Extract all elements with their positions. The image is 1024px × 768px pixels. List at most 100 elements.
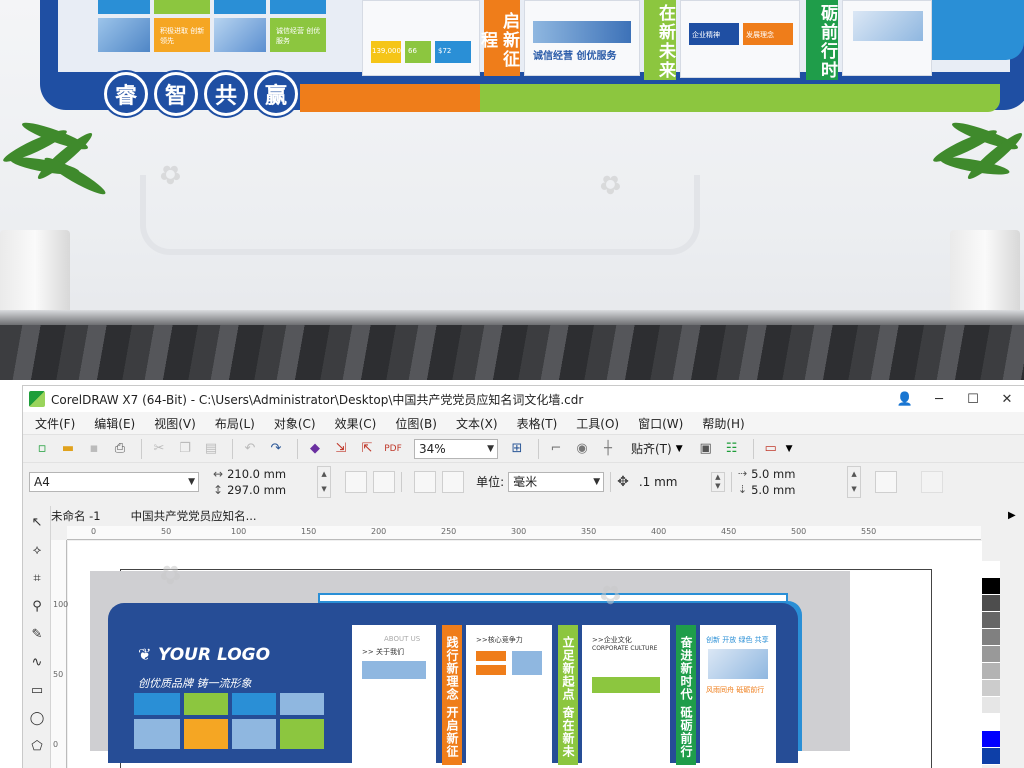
freehand-tool-icon[interactable]: ✎ [25, 622, 49, 646]
artwork-tile [232, 693, 276, 715]
page-width-field[interactable]: 210.0 mm [227, 466, 313, 482]
open-folder-icon[interactable]: ▬ [57, 438, 79, 460]
menu-edit[interactable]: 编辑(E) [94, 415, 135, 432]
cut-icon[interactable]: ✂ [148, 438, 170, 460]
welcome-screen-icon[interactable]: ▣ [695, 438, 717, 460]
chevron-down-icon[interactable]: ▼ [676, 444, 683, 454]
standard-toolbar: ▫ ▬ ▪ ⎙ ✂ ❐ ▤ ↶ ↷ ◆ ⇲ ⇱ PDF 34% ▼ ⊞ ⌐ ◉ … [23, 434, 1024, 462]
duplicate-spinner[interactable]: ▲ ▼ [847, 465, 862, 498]
copy-icon[interactable]: ❐ [174, 438, 196, 460]
coreldraw-icon [29, 391, 45, 407]
duplicate-distance-fields[interactable]: 5.0 mm 5.0 mm [751, 466, 843, 498]
paste-icon[interactable]: ▤ [200, 438, 222, 460]
all-pages-icon[interactable] [414, 470, 437, 493]
artistic-media-icon[interactable]: ∿ [25, 650, 49, 674]
page-height-field[interactable]: 297.0 mm [227, 482, 313, 498]
drawing-canvas[interactable]: ❦ YOUR LOGO 创优质品牌 铸一流形象 ABOUT US >> 关于我们… [68, 541, 982, 768]
palette-swatch[interactable] [982, 680, 1000, 697]
menu-table[interactable]: 表格(T) [517, 415, 558, 432]
artwork-tile [476, 651, 506, 661]
page-size-select[interactable]: A4 ▼ [29, 471, 199, 492]
menu-text[interactable]: 文本(X) [456, 415, 498, 432]
application-launcher-icon[interactable]: ▭ [760, 438, 782, 460]
new-document-icon[interactable]: ▫ [31, 438, 53, 460]
chevron-down-icon[interactable]: ▼ [786, 444, 793, 454]
menu-object[interactable]: 对象(C) [274, 415, 316, 432]
duplicate-distance-icon: ⇢ ⇣ [737, 466, 748, 496]
search-content-icon[interactable]: ◆ [304, 438, 326, 460]
menu-file[interactable]: 文件(F) [35, 415, 75, 432]
guidelines-icon[interactable]: ┼ [597, 438, 619, 460]
column-subtitle: CORPORATE CULTURE [592, 645, 658, 652]
palette-swatch[interactable] [982, 646, 1000, 663]
vertical-scrollbar[interactable]: ▶ [1004, 506, 1024, 768]
palette-swatch[interactable] [982, 595, 1000, 612]
minimize-button[interactable]: ─ [922, 386, 956, 412]
dimension-spinner[interactable]: ▲ ▼ [317, 465, 332, 498]
view-icon[interactable]: ◉ [571, 438, 593, 460]
palette-swatch[interactable] [982, 578, 1000, 595]
palette-swatch[interactable] [982, 612, 1000, 629]
page-dimension-fields[interactable]: 210.0 mm 297.0 mm [227, 466, 313, 498]
shape-tool-icon[interactable]: ⟡ [25, 538, 49, 562]
wall-tile: $72 [435, 41, 471, 63]
undo-icon[interactable]: ↶ [239, 438, 261, 460]
duplicate-x-field[interactable]: 5.0 mm [751, 466, 843, 482]
ruler-tick-label: 550 [861, 527, 877, 536]
menu-view[interactable]: 视图(V) [154, 415, 196, 432]
stat-number: 66 [408, 47, 417, 55]
duplicate-y-field[interactable]: 5.0 mm [751, 482, 843, 498]
nudge-spinner[interactable]: ▲ ▼ [710, 471, 725, 492]
separator [610, 471, 612, 492]
slogan-char: 赢 [254, 72, 298, 116]
palette-swatch[interactable] [982, 714, 1000, 731]
save-icon[interactable]: ▪ [83, 438, 105, 460]
close-button[interactable]: ✕ [990, 386, 1024, 412]
print-icon[interactable]: ⎙ [109, 438, 131, 460]
snap-to-menu[interactable]: 贴齐(T) [631, 440, 672, 457]
menu-layout[interactable]: 布局(L) [215, 415, 255, 432]
logo-leaf-icon: ❦ [138, 645, 152, 664]
color-palette[interactable] [982, 561, 1000, 768]
export-icon[interactable]: ⇱ [356, 438, 378, 460]
landscape-button[interactable] [373, 470, 396, 493]
import-icon[interactable]: ⇲ [330, 438, 352, 460]
column-title: >>核心竞争力 [476, 636, 523, 644]
current-page-icon[interactable] [442, 470, 465, 493]
palette-swatch[interactable] [982, 561, 1000, 578]
tab-untitled[interactable]: 未命名 -1 [51, 508, 101, 524]
wall-stripe-green [480, 84, 1000, 112]
menu-help[interactable]: 帮助(H) [702, 415, 744, 432]
palette-swatch[interactable] [982, 629, 1000, 646]
palette-swatch[interactable] [982, 663, 1000, 680]
portrait-button[interactable] [345, 470, 368, 493]
page-options-icon[interactable] [921, 470, 944, 493]
pick-tool-icon[interactable]: ↖ [25, 510, 49, 534]
nudge-distance-field[interactable]: .1 mm [635, 472, 707, 492]
user-icon[interactable]: 👤 [888, 386, 922, 412]
palette-swatch[interactable] [982, 697, 1000, 714]
zoom-level-select[interactable]: 34% ▼ [414, 438, 498, 459]
unit-select[interactable]: 毫米 ▼ [508, 471, 605, 492]
menu-window[interactable]: 窗口(W) [638, 415, 683, 432]
maximize-button[interactable]: ☐ [956, 386, 990, 412]
polygon-tool-icon[interactable]: ⬠ [25, 734, 49, 758]
ellipse-tool-icon[interactable]: ◯ [25, 706, 49, 730]
palette-swatch[interactable] [982, 731, 1000, 748]
options-icon[interactable]: ☷ [721, 438, 743, 460]
rulers-icon[interactable]: ⌐ [545, 438, 567, 460]
bleed-icon[interactable] [875, 470, 898, 493]
palette-swatch[interactable] [982, 748, 1000, 765]
zoom-tool-icon[interactable]: ⚲ [25, 594, 49, 618]
rectangle-tool-icon[interactable]: ▭ [25, 678, 49, 702]
full-screen-icon[interactable]: ⊞ [506, 438, 528, 460]
menu-tools[interactable]: 工具(O) [576, 415, 619, 432]
chevron-right-icon[interactable]: ▶ [1008, 510, 1016, 521]
pdf-export-icon[interactable]: PDF [382, 438, 404, 460]
tab-current-document[interactable]: 中国共产党党员应知名... [131, 508, 257, 524]
crop-tool-icon[interactable]: ⌗ [25, 566, 49, 590]
menu-effects[interactable]: 效果(C) [335, 415, 377, 432]
menu-bitmaps[interactable]: 位图(B) [395, 415, 437, 432]
redo-icon[interactable]: ↷ [265, 438, 287, 460]
wall-tile [154, 0, 210, 14]
